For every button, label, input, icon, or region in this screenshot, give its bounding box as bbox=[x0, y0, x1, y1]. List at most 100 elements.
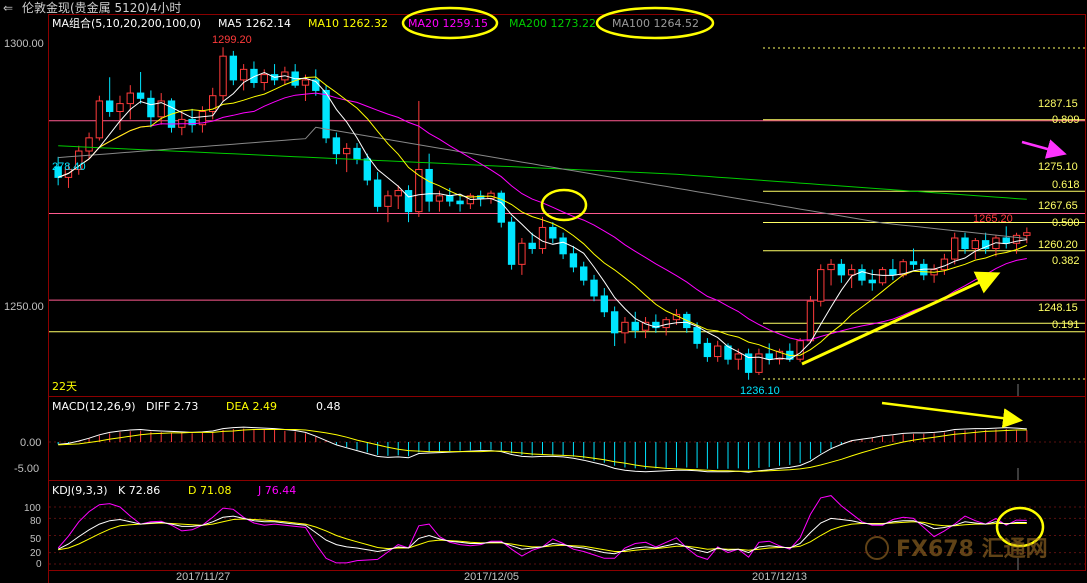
candle-body bbox=[435, 195, 444, 202]
kdj-legend-title: KDJ(9,3,3) bbox=[52, 484, 108, 497]
window-header: ⇐ 伦敦金现(贵金属 5120)4小时 bbox=[3, 0, 181, 15]
last-high-label: 1265.20 bbox=[973, 213, 1013, 225]
candle-body bbox=[713, 345, 722, 358]
candle-body bbox=[868, 279, 876, 284]
fib-price-0191: 1248.15 bbox=[1038, 302, 1078, 314]
candle-body bbox=[610, 311, 619, 334]
ma200-label: MA200 bbox=[509, 17, 547, 30]
chart-canvas[interactable]: ⇐ 伦敦金现(贵金属 5120)4小时 1300.00 1250.00 278.… bbox=[0, 0, 1087, 583]
macd-legend: MACD(12,26,9) DIFF 2.73 DEA 2.49 0.48 bbox=[52, 400, 341, 413]
candle-body bbox=[260, 74, 268, 84]
candle-body bbox=[693, 327, 701, 344]
macd-y-tick-neg5: -5.00 bbox=[14, 463, 39, 475]
candle-body bbox=[456, 200, 464, 205]
candle-body bbox=[1023, 232, 1031, 236]
svg-text:K 72.86: K 72.86 bbox=[118, 484, 160, 497]
k-value: 72.86 bbox=[129, 484, 161, 497]
candle-body bbox=[569, 253, 578, 268]
kdj-y-tick-80: 80 bbox=[30, 516, 42, 527]
candle-body bbox=[837, 263, 846, 276]
fib-price-0382: 1260.20 bbox=[1038, 239, 1078, 251]
candle-body bbox=[497, 192, 505, 223]
candle-body bbox=[631, 321, 639, 331]
candle-body bbox=[580, 266, 588, 281]
candle-body bbox=[827, 263, 835, 271]
svg-text:MA200 1273.22: MA200 1273.22 bbox=[509, 17, 596, 30]
ma5-value: 1262.14 bbox=[246, 17, 292, 30]
candle-body bbox=[847, 269, 856, 276]
svg-text:MA5 1262.14: MA5 1262.14 bbox=[218, 17, 291, 30]
ma100-value: 1264.52 bbox=[654, 17, 700, 30]
kdj-y-tick-50: 50 bbox=[30, 534, 42, 545]
macd-indicator bbox=[49, 426, 1085, 473]
candle-body bbox=[703, 342, 712, 358]
candle-body bbox=[909, 261, 918, 265]
kdj-k-line bbox=[57, 515, 1027, 555]
kdj-y-tick-100: 100 bbox=[24, 503, 41, 514]
candle-body bbox=[332, 137, 341, 155]
candle-body bbox=[425, 168, 433, 202]
candle-body bbox=[95, 100, 104, 139]
svg-text:J 76.44: J 76.44 bbox=[257, 484, 296, 497]
d-value: 71.08 bbox=[200, 484, 232, 497]
high-price-label: 1299.20 bbox=[212, 34, 252, 46]
d-label: D bbox=[188, 484, 196, 497]
macd-y-tick-0: 0.00 bbox=[20, 437, 41, 449]
k-label: K bbox=[118, 484, 126, 497]
ma5-label: MA5 bbox=[218, 17, 242, 30]
candle-body bbox=[621, 321, 629, 334]
fib-price-0618: 1275.10 bbox=[1038, 161, 1078, 173]
dea-value: 2.49 bbox=[252, 400, 277, 413]
watermark-logo-icon bbox=[865, 536, 889, 560]
candle-body bbox=[343, 147, 351, 155]
candle-body bbox=[590, 279, 598, 297]
period-label: 22天 bbox=[52, 380, 77, 393]
fib-price-0809: 1287.15 bbox=[1038, 98, 1078, 110]
candle-body bbox=[961, 237, 969, 250]
candle-body bbox=[889, 269, 897, 276]
candle-body bbox=[765, 353, 773, 360]
candle-body bbox=[301, 79, 310, 86]
kdj-y-ticks: 100 80 50 20 0 bbox=[24, 503, 42, 570]
svg-text:MA100 1264.52: MA100 1264.52 bbox=[612, 17, 699, 30]
j-value: 76.44 bbox=[265, 484, 297, 497]
watermark: FX678 汇通网 bbox=[865, 536, 1048, 562]
candle-body bbox=[363, 158, 372, 181]
x-axis-dates: 2017/11/27 2017/12/05 2017/12/13 bbox=[176, 571, 807, 583]
back-arrow-icon[interactable]: ⇐ bbox=[3, 1, 13, 15]
svg-text:MA10 1262.32: MA10 1262.32 bbox=[308, 17, 388, 30]
fib-ratio-0809: 0.809 bbox=[1052, 114, 1080, 126]
kdj-j-line bbox=[57, 495, 1027, 564]
ma-legend-title: MA组合(5,10,20,200,100,0) bbox=[52, 16, 201, 30]
candle-body bbox=[507, 221, 516, 265]
chart-title: 伦敦金现(贵金属 5120)4小时 bbox=[22, 0, 181, 15]
svg-text:D 71.08: D 71.08 bbox=[188, 484, 231, 497]
x-date-2: 2017/12/13 bbox=[752, 571, 807, 583]
left-value-label: 278.40 bbox=[52, 161, 86, 173]
dea-label: DEA bbox=[226, 400, 249, 413]
ma20-label: MA20 bbox=[408, 17, 439, 30]
candle-body bbox=[1002, 237, 1010, 244]
candle-body bbox=[219, 55, 227, 97]
j-label: J bbox=[257, 484, 261, 497]
candle-body bbox=[147, 97, 155, 118]
candle-body bbox=[559, 237, 567, 255]
ma20-value: 1259.15 bbox=[443, 17, 489, 30]
candle-body bbox=[734, 353, 742, 360]
candle-body bbox=[373, 179, 382, 207]
fib-ratio-0618: 0.618 bbox=[1052, 179, 1080, 191]
macd-hist-value: 0.48 bbox=[316, 400, 341, 413]
watermark-text: FX678 汇通网 bbox=[896, 537, 1048, 562]
candle-body bbox=[105, 100, 114, 113]
ma20-line bbox=[58, 92, 1027, 341]
x-date-1: 2017/12/05 bbox=[464, 571, 519, 583]
macd-legend-title: MACD(12,26,9) bbox=[52, 400, 136, 413]
candle-body bbox=[116, 103, 124, 113]
kdj-y-tick-0: 0 bbox=[36, 559, 42, 570]
fib-ratio-0500: 0.500 bbox=[1052, 217, 1080, 229]
candle-body bbox=[878, 269, 887, 284]
candle-body bbox=[404, 190, 413, 213]
candle-body bbox=[600, 295, 609, 313]
magenta-arrow bbox=[1021, 139, 1067, 159]
uptrend-arrow bbox=[801, 271, 1001, 366]
